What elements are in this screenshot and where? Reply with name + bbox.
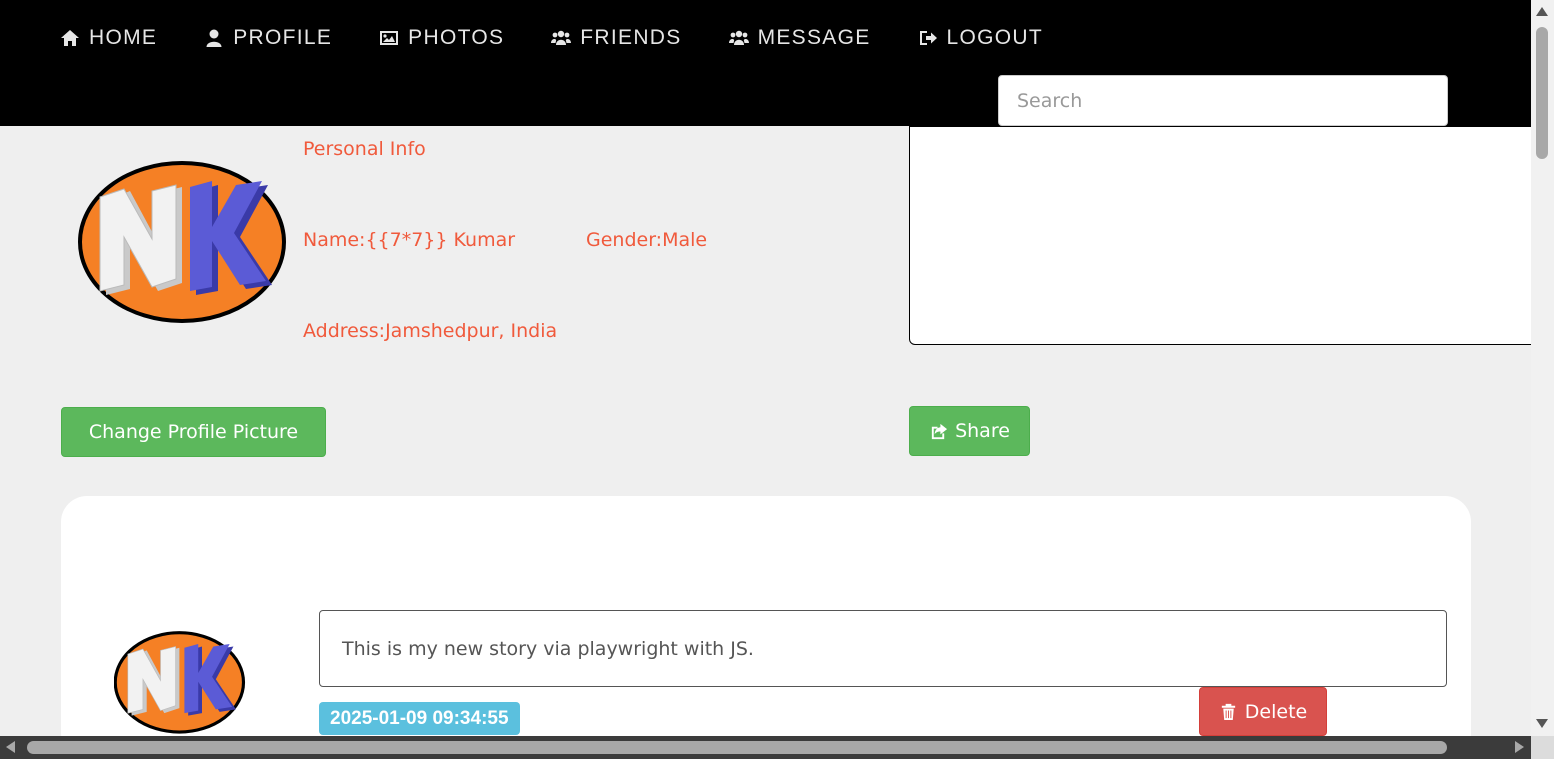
nav-menu: HOME PROFILE PHOTOS FRIENDS MESSAGE LOGO… [60, 24, 1090, 52]
nav-item-profile[interactable]: PROFILE [204, 24, 332, 52]
button-label: Change Profile Picture [88, 421, 299, 443]
scroll-down-arrow-icon[interactable] [1536, 719, 1548, 728]
nav-item-logout[interactable]: LOGOUT [918, 24, 1043, 52]
nav-item-label: HOME [89, 26, 158, 49]
horizontal-scrollbar[interactable] [0, 736, 1554, 759]
scroll-right-arrow-icon[interactable] [1515, 741, 1524, 753]
nav-item-home[interactable]: HOME [60, 24, 157, 52]
nav-item-label: MESSAGE [757, 26, 871, 49]
vertical-scrollbar[interactable] [1531, 0, 1554, 736]
nav-item-friends[interactable]: FRIENDS [551, 24, 681, 52]
change-profile-picture-button[interactable]: Change Profile Picture [61, 407, 326, 457]
profile-avatar [78, 161, 286, 323]
story-text: This is my new story via playwright with… [319, 610, 1447, 687]
info-panel [909, 126, 1549, 345]
share-button[interactable]: Share [909, 406, 1030, 456]
nav-item-message[interactable]: MESSAGE [728, 24, 871, 52]
story-timestamp-badge: 2025-01-09 09:34:55 [319, 702, 520, 735]
button-label: Delete [1244, 700, 1308, 723]
top-navbar: HOME PROFILE PHOTOS FRIENDS MESSAGE LOGO… [0, 0, 1531, 126]
search-input[interactable] [998, 75, 1448, 126]
scroll-up-arrow-icon[interactable] [1536, 7, 1548, 16]
sign-out-icon [919, 31, 937, 45]
share-icon [931, 423, 948, 439]
nav-item-label: PHOTOS [408, 26, 505, 49]
delete-story-button[interactable]: Delete [1199, 687, 1327, 736]
nav-item-photos[interactable]: PHOTOS [379, 24, 504, 52]
home-icon [61, 30, 79, 46]
trash-icon [1221, 703, 1235, 721]
scroll-left-arrow-icon[interactable] [6, 741, 15, 753]
users-icon [728, 30, 749, 45]
scrollbar-corner [1531, 736, 1554, 759]
button-label: Share [955, 420, 1010, 442]
nav-item-label: LOGOUT [946, 26, 1044, 49]
profile-address: Address:Jamshedpur, India [303, 320, 558, 342]
personal-info-title: Personal Info [303, 138, 426, 160]
vertical-scroll-thumb[interactable] [1536, 27, 1548, 159]
nav-item-label: PROFILE [233, 26, 333, 49]
user-icon [206, 29, 222, 47]
profile-name: Name:{{7*7}} Kumar [303, 229, 516, 251]
profile-gender: Gender:Male [586, 229, 708, 251]
horizontal-scroll-thumb[interactable] [27, 741, 1447, 754]
nav-item-label: FRIENDS [580, 26, 682, 49]
story-author-avatar [114, 631, 246, 734]
users-icon [551, 30, 572, 45]
image-icon [380, 31, 399, 45]
